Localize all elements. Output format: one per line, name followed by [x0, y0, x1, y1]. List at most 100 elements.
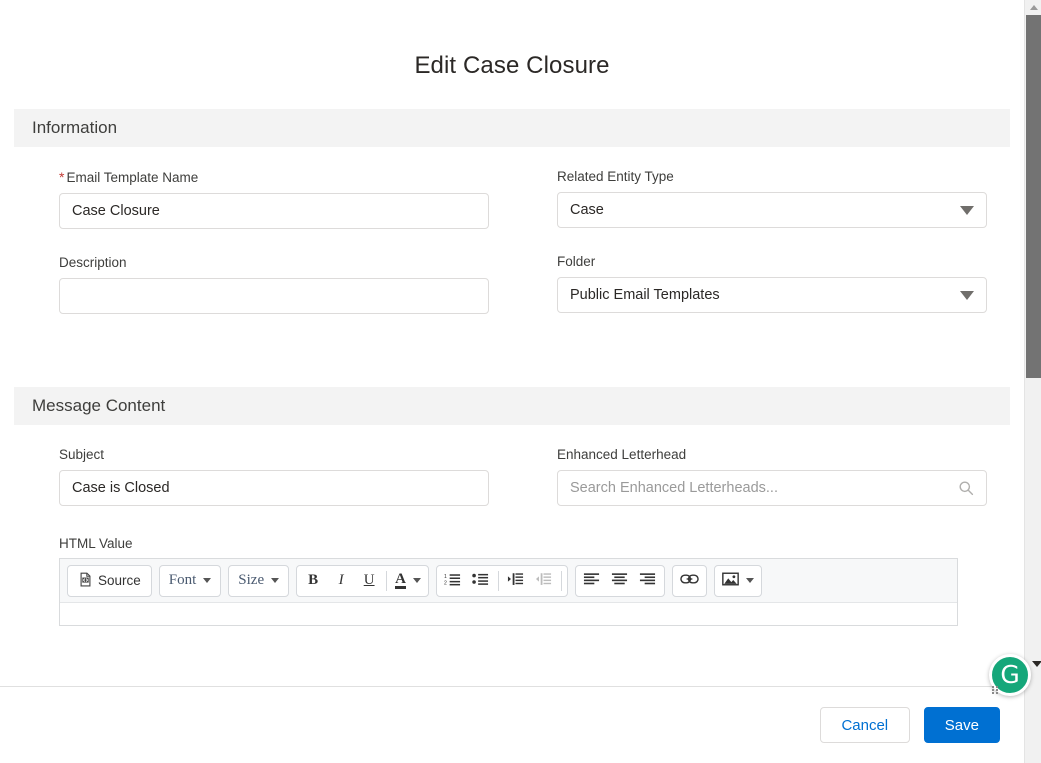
input-description[interactable]: [59, 278, 489, 314]
information-right-column: Related Entity Type Case Folder Public E…: [512, 169, 1010, 340]
indent-button[interactable]: [502, 567, 530, 595]
search-icon: [958, 480, 974, 496]
align-center-icon: [611, 572, 628, 589]
page-scroll-viewport[interactable]: Edit Case Closure Information * Email Tem…: [0, 0, 1024, 686]
align-left-icon: [583, 572, 600, 589]
html-value-editor-wrap: HTML Value Source Font Size B I U A 1 2: [0, 536, 1024, 626]
html-value-editor-inner: HTML Value Source Font Size B I U A 1 2: [14, 536, 1010, 626]
italic-button[interactable]: I: [327, 567, 355, 595]
grammarly-chevron-down-icon[interactable]: [1032, 661, 1041, 667]
toolbar-group-link: [671, 564, 707, 597]
chevron-down-icon: [960, 205, 974, 215]
font-dropdown[interactable]: Font: [162, 567, 219, 595]
size-dropdown[interactable]: Size: [231, 567, 286, 595]
grammarly-drag-handle[interactable]: [992, 686, 999, 695]
chevron-down-icon: [745, 578, 754, 583]
align-center-button[interactable]: [606, 567, 634, 595]
required-asterisk-email-template-name: *: [59, 169, 65, 185]
section-header-message-content: Message Content: [14, 387, 1010, 425]
rich-text-editor: Source Font Size B I U A 1 2: [59, 558, 958, 626]
italic-icon: I: [338, 572, 344, 588]
bulleted-list-button[interactable]: [467, 567, 495, 595]
select-value-folder: Public Email Templates: [570, 287, 720, 303]
placeholder-enhanced-letterhead: Search Enhanced Letterheads...: [570, 480, 778, 496]
chevron-down-icon: [203, 578, 212, 583]
toolbar-group-font: Font: [158, 564, 222, 597]
cancel-button[interactable]: Cancel: [819, 707, 910, 743]
edit-case-closure-page: Edit Case Closure Information * Email Tem…: [0, 0, 1041, 763]
source-button-label: Source: [98, 573, 141, 588]
align-right-icon: [639, 572, 656, 589]
information-form-grid: * Email Template Name Case Closure Descri…: [0, 169, 1024, 340]
input-subject[interactable]: Case is Closed: [59, 470, 489, 506]
toolbar-group-size: Size: [228, 564, 290, 597]
align-left-button[interactable]: [578, 567, 606, 595]
field-enhanced-letterhead: Enhanced Letterhead Search Enhanced Lett…: [557, 447, 1010, 506]
toolbar-group-image: [713, 564, 762, 597]
input-email-template-name[interactable]: Case Closure: [59, 193, 489, 229]
chevron-down-icon: [271, 578, 280, 583]
label-email-template-name: * Email Template Name: [59, 169, 512, 186]
message-content-form-grid: Subject Case is Closed Enhanced Letterhe…: [0, 447, 1024, 532]
toolbar-divider: [386, 570, 388, 591]
rich-text-editor-toolbar: Source Font Size B I U A 1 2: [60, 559, 957, 603]
bulleted-list-icon: [472, 572, 489, 589]
insert-link-button[interactable]: [675, 567, 704, 595]
rich-text-editor-body[interactable]: [60, 603, 957, 625]
underline-icon: U: [363, 572, 375, 588]
field-description: Description: [59, 255, 512, 314]
outdent-button[interactable]: [530, 567, 558, 595]
select-related-entity-type[interactable]: Case: [557, 192, 987, 228]
page-scrollbar[interactable]: [1024, 0, 1041, 763]
text-color-icon: A: [395, 571, 406, 589]
page-title: Edit Case Closure: [414, 52, 610, 79]
field-email-template-name: * Email Template Name Case Closure: [59, 169, 512, 229]
indent-icon: [507, 572, 524, 589]
toolbar-divider: [497, 570, 499, 591]
toolbar-group-list-indent: 1 2: [435, 564, 568, 597]
message-content-right-column: Enhanced Letterhead Search Enhanced Lett…: [512, 447, 1010, 532]
information-left-column: * Email Template Name Case Closure Descri…: [14, 169, 512, 340]
field-related-entity-type: Related Entity Type Case: [557, 169, 1010, 228]
numbered-list-icon: 1 2: [444, 572, 461, 589]
label-description: Description: [59, 255, 127, 270]
label-text-email-template-name: Email Template Name: [66, 170, 199, 185]
underline-button[interactable]: U: [355, 567, 383, 595]
input-value-email-template-name: Case Closure: [72, 203, 160, 219]
insert-image-button[interactable]: [717, 567, 759, 595]
scroll-up-arrow-icon[interactable]: [1025, 0, 1041, 15]
bold-button[interactable]: B: [299, 567, 327, 595]
chevron-down-icon: [960, 290, 974, 300]
grammarly-logo-icon: G: [1000, 659, 1020, 689]
label-subject: Subject: [59, 447, 105, 462]
text-color-button[interactable]: A: [390, 567, 426, 595]
select-folder[interactable]: Public Email Templates: [557, 277, 987, 313]
scrollbar-thumb[interactable]: [1026, 15, 1041, 378]
svg-text:2: 2: [444, 581, 447, 586]
image-icon: [722, 572, 739, 589]
label-html-value: HTML Value: [59, 536, 133, 551]
chevron-down-icon: [412, 578, 421, 583]
save-button[interactable]: Save: [923, 707, 1000, 743]
size-dropdown-label: Size: [238, 572, 265, 588]
message-content-left-column: Subject Case is Closed: [14, 447, 512, 532]
label-folder: Folder: [557, 254, 596, 269]
align-right-button[interactable]: [634, 567, 662, 595]
input-enhanced-letterhead-search[interactable]: Search Enhanced Letterheads...: [557, 470, 987, 506]
toolbar-group-text-format: B I U A: [296, 564, 429, 597]
toolbar-divider: [560, 570, 562, 591]
label-enhanced-letterhead: Enhanced Letterhead: [557, 447, 687, 462]
numbered-list-button[interactable]: 1 2: [439, 567, 467, 595]
section-header-information: Information: [14, 109, 1010, 147]
source-button[interactable]: Source: [70, 567, 149, 595]
toolbar-group-source: Source: [67, 564, 152, 597]
label-related-entity-type: Related Entity Type: [557, 169, 674, 184]
field-subject: Subject Case is Closed: [59, 447, 512, 506]
bold-icon: B: [308, 572, 319, 588]
toolbar-group-align: [574, 564, 665, 597]
field-folder: Folder Public Email Templates: [557, 254, 1010, 313]
source-code-icon: [78, 572, 93, 590]
outdent-icon: [535, 572, 552, 589]
svg-text:1: 1: [444, 574, 447, 580]
font-dropdown-label: Font: [168, 572, 197, 588]
